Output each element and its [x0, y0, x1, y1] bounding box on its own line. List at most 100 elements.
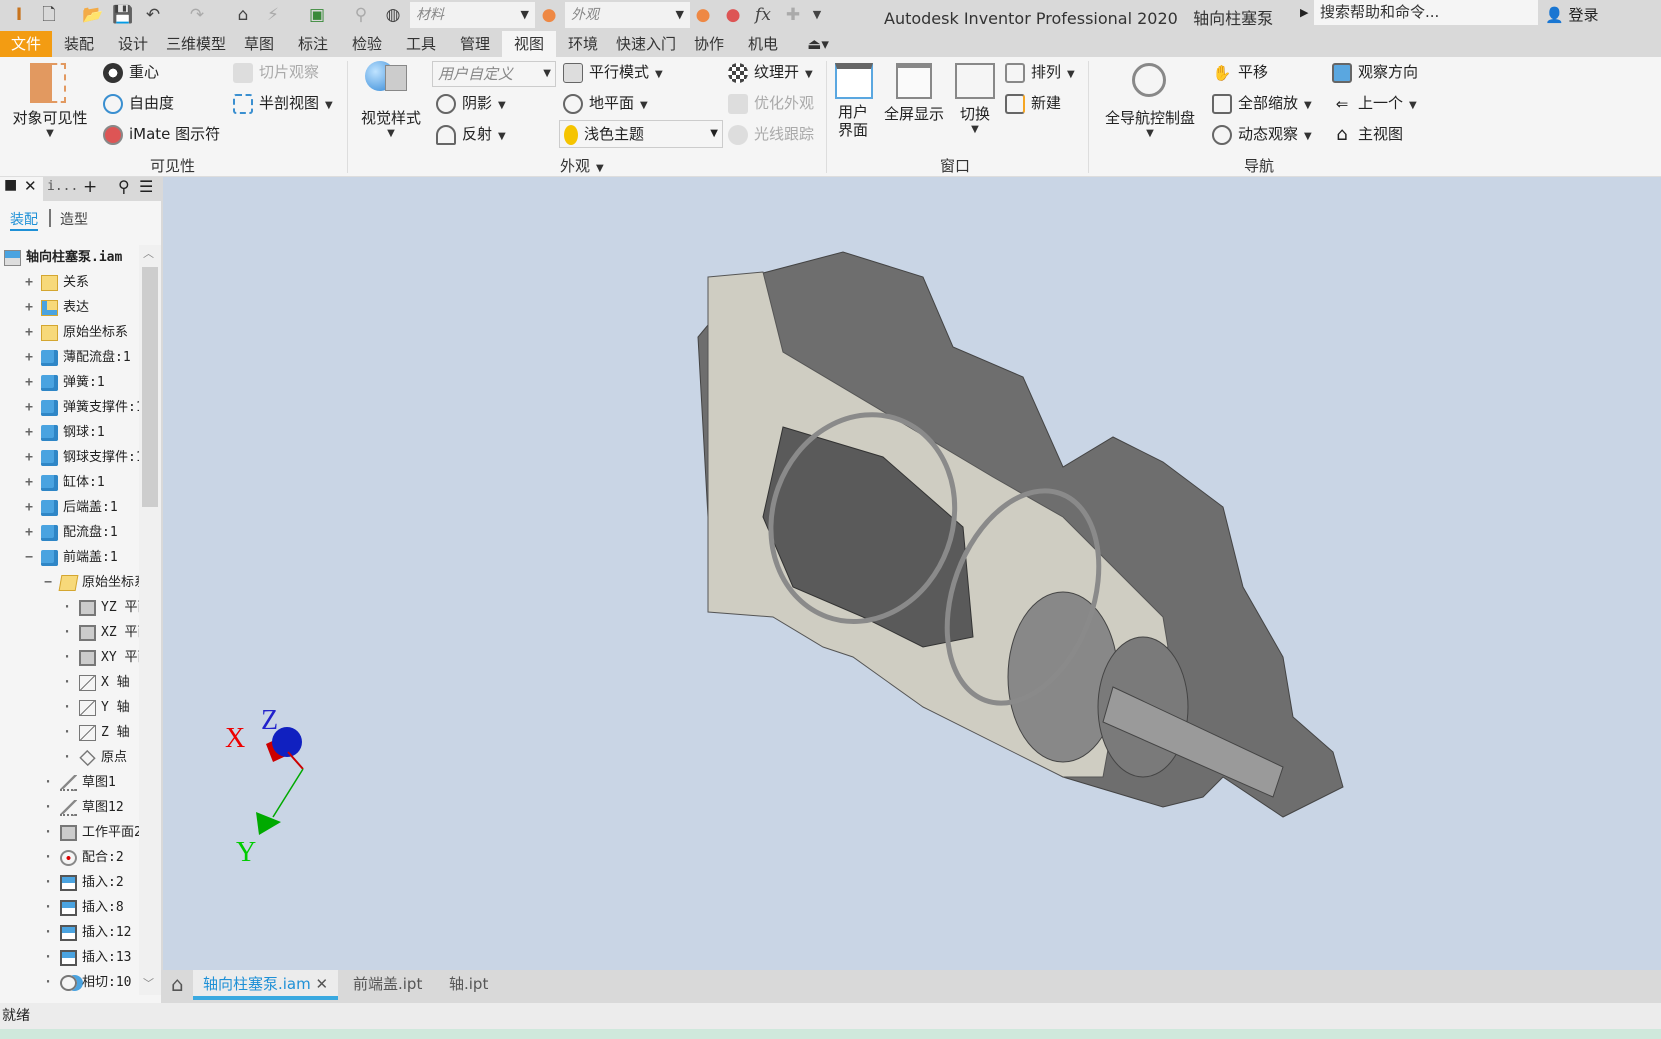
measure-icon[interactable]: ⚲ [350, 4, 372, 26]
update-icon[interactable]: ⚡ [262, 4, 284, 26]
user-interface-button[interactable]: 用户界面 [838, 103, 870, 139]
tree-item[interactable]: + 配流盘:1 [23, 520, 118, 545]
ground-plane-button[interactable]: 地平面 ▼ [563, 92, 648, 114]
tree-item[interactable]: − 原始坐标系 [42, 570, 140, 595]
imate-button[interactable]: iMate 图示符 [103, 123, 220, 145]
add-tab-icon[interactable]: + [83, 177, 97, 197]
document-tab[interactable]: 轴.ipt [439, 970, 498, 1000]
undo-icon[interactable]: ↶ [142, 4, 164, 26]
shadow-button[interactable]: 阴影 ▼ [436, 92, 506, 114]
expand-toggle-icon[interactable]: + [23, 345, 35, 370]
visual-style-button[interactable]: 视觉样式 ▼ [358, 107, 424, 139]
arrange-button[interactable]: 排列 ▼ [1005, 61, 1075, 83]
center-of-gravity-button[interactable]: 重心 [103, 61, 159, 83]
tree-item[interactable]: + 弹簧支撑件:1 [23, 395, 140, 420]
tree-item[interactable]: · 相切:10 [42, 970, 131, 995]
group-label-appearance[interactable]: 外观 ▼ [560, 155, 604, 176]
subtab-assembly[interactable]: 装配 [10, 209, 38, 231]
tree-item[interactable]: · 插入:12 [42, 920, 131, 945]
expand-toggle-icon[interactable]: − [42, 570, 54, 595]
object-visibility-button[interactable]: 对象可见性 ▼ [10, 107, 90, 139]
home-icon[interactable]: ⌂ [232, 4, 254, 26]
optimize-appearance-button[interactable]: 优化外观 [728, 92, 814, 114]
tree-item[interactable]: · 工作平面2 [42, 820, 140, 845]
tab-2[interactable]: 设计 [106, 31, 160, 57]
expand-toggle-icon[interactable]: + [23, 420, 35, 445]
tab-7[interactable]: 工具 [394, 31, 448, 57]
login-button[interactable]: 👤 登录 [1545, 4, 1598, 25]
appearance-combo[interactable]: 外观 ▼ [565, 2, 690, 28]
view-face-button[interactable]: 观察方向 [1332, 61, 1418, 83]
expand-toggle-icon[interactable]: + [23, 395, 35, 420]
expand-toggle-icon[interactable]: + [23, 495, 35, 520]
fx-icon[interactable]: fx [752, 4, 774, 26]
browser-scrollbar[interactable]: ︿ ﹀ [139, 245, 161, 995]
texture-button[interactable]: 纹理开 ▼ [728, 61, 813, 83]
home-icon[interactable]: ⌂ [171, 972, 184, 996]
tree-item[interactable]: · Z 轴 [61, 720, 130, 745]
tree-item[interactable]: · 原点 [61, 745, 127, 770]
expand-toggle-icon[interactable]: + [23, 520, 35, 545]
parallel-mode-button[interactable]: 平行模式 ▼ [563, 61, 663, 83]
document-tab[interactable]: 轴向柱塞泵.iam ✕ [193, 970, 339, 1000]
tree-item[interactable]: · Y 轴 [61, 695, 130, 720]
help-search-input[interactable]: 搜索帮助和命令... [1314, 0, 1538, 25]
tab-11[interactable]: 快速入门 [610, 31, 682, 57]
home-view-button[interactable]: ⌂ 主视图 [1332, 123, 1403, 145]
tree-item[interactable]: + 原始坐标系 [23, 320, 128, 345]
close-icon[interactable]: ✕ [24, 177, 37, 195]
tab-9[interactable]: 视图 [502, 31, 556, 57]
expand-toggle-icon[interactable]: + [23, 320, 35, 345]
tree-item[interactable]: + 后端盖:1 [23, 495, 118, 520]
open-icon[interactable]: 📂 [82, 4, 104, 26]
tree-item[interactable]: · X 轴 [61, 670, 130, 695]
expand-toggle-icon[interactable]: + [23, 445, 35, 470]
tree-item[interactable]: · XY 平面 [61, 645, 140, 670]
raytrace-button[interactable]: 光线跟踪 [728, 123, 814, 145]
tab-13[interactable]: 机电 [736, 31, 790, 57]
inventor-logo-icon[interactable]: I [8, 4, 30, 26]
expand-toggle-icon[interactable]: + [23, 270, 35, 295]
tab-1[interactable]: 装配 [52, 31, 106, 57]
scroll-down-icon[interactable]: ﹀ [143, 975, 154, 991]
scrollbar-thumb[interactable] [142, 267, 158, 507]
expand-toggle-icon[interactable]: + [23, 295, 35, 320]
switch-window-button[interactable]: 切换 ▼ [960, 103, 990, 135]
pan-button[interactable]: ✋ 平移 [1212, 61, 1268, 83]
menu-icon[interactable]: ☰ [139, 177, 153, 196]
tree-item[interactable]: · XZ 平面 [61, 620, 140, 645]
tab-0[interactable]: 文件 [0, 31, 52, 57]
customize-icon[interactable]: ▼ [806, 4, 828, 26]
texture-icon[interactable]: ◍ [382, 4, 404, 26]
search-icon[interactable]: ⚲ [118, 177, 130, 196]
new-icon[interactable]: 🗋 [38, 4, 60, 26]
tree-item[interactable]: + 关系 [23, 270, 89, 295]
theme-combo[interactable]: 浅色主题 ▼ [559, 120, 723, 148]
orbit-button[interactable]: 动态观察 ▼ [1212, 123, 1312, 145]
previous-view-button[interactable]: ⇐ 上一个 ▼ [1332, 92, 1417, 114]
save-icon[interactable]: 💾 [112, 4, 134, 26]
tree-item[interactable]: · 草图1 [42, 770, 116, 795]
clear-appearance-icon[interactable]: ● [722, 4, 744, 26]
tree-item[interactable]: · 插入:8 [42, 895, 124, 920]
tree-item[interactable]: + 缸体:1 [23, 470, 105, 495]
tree-item[interactable]: + 钢球:1 [23, 420, 105, 445]
tab-4[interactable]: 草图 [232, 31, 286, 57]
expand-toggle-icon[interactable]: + [23, 470, 35, 495]
slice-button[interactable]: 切片观察 [233, 61, 319, 83]
subtab-modeling[interactable]: 造型 [60, 209, 88, 229]
tree-item[interactable]: + 表达 [23, 295, 89, 320]
tab-6[interactable]: 检验 [340, 31, 394, 57]
ribbon-toggle-icon[interactable]: ⏏▾ [798, 31, 838, 57]
browser-tab[interactable]: i... [47, 179, 78, 194]
redo-icon[interactable]: ↷ [186, 4, 208, 26]
select-icon[interactable]: ▣ [306, 4, 328, 26]
tree-item[interactable]: − 前端盖:1 [23, 545, 118, 570]
object-visibility-icon[interactable] [30, 63, 66, 107]
tab-12[interactable]: 协作 [682, 31, 736, 57]
tab-3[interactable]: 三维模型 [160, 31, 232, 57]
reflection-button[interactable]: 反射 ▼ [436, 123, 506, 145]
expand-toggle-icon[interactable]: + [23, 370, 35, 395]
zoom-all-button[interactable]: 全部缩放 ▼ [1212, 92, 1312, 114]
half-section-button[interactable]: 半剖视图 ▼ [233, 92, 333, 114]
